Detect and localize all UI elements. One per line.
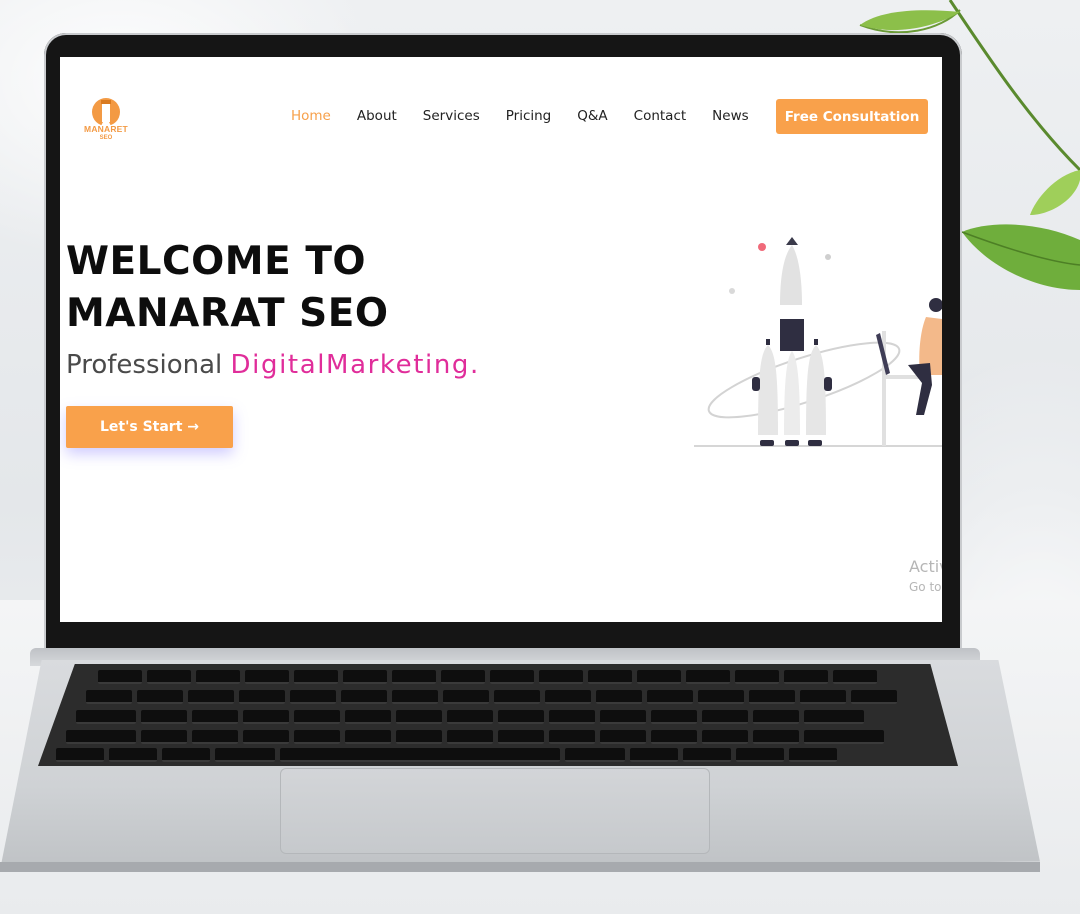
hero-title-line1: WELCOME TO: [66, 239, 367, 284]
laptop-trackpad: [280, 768, 710, 854]
hero-title-line2: MANARAT SEO: [66, 291, 389, 336]
hero-title: WELCOME TO MANARAT SEO: [66, 236, 389, 340]
laptop-base-edge: [0, 862, 1040, 872]
laptop-screen: MANARET SEO Home About Services Pricing …: [60, 57, 942, 622]
lets-start-button[interactable]: Let's Start →: [66, 406, 233, 448]
nav-qa[interactable]: Q&A: [577, 108, 607, 124]
laptop-keyboard: [38, 664, 958, 766]
logo-subtext: SEO: [99, 135, 113, 141]
main-nav: Home About Services Pricing Q&A Contact …: [291, 108, 775, 124]
watermark-line1: Activ: [909, 557, 942, 576]
hero-subtitle: Professional DigitalMarketing.: [66, 350, 480, 380]
nav-home[interactable]: Home: [291, 108, 331, 124]
nav-pricing[interactable]: Pricing: [506, 108, 552, 124]
nav-about[interactable]: About: [357, 108, 397, 124]
nav-news[interactable]: News: [712, 108, 748, 124]
nav-services[interactable]: Services: [423, 108, 480, 124]
nav-contact[interactable]: Contact: [634, 108, 687, 124]
watermark-line2: Go to: [909, 580, 942, 594]
hero-subtitle-prefix: Professional: [66, 350, 231, 380]
hero-subtitle-accent: DigitalMarketing.: [230, 350, 480, 380]
rocket-launch-illustration: [694, 237, 942, 447]
logo-text: MANARET: [84, 124, 128, 134]
free-consultation-button[interactable]: Free Consultation: [776, 99, 928, 134]
activation-watermark: Activ Go to: [909, 557, 942, 594]
